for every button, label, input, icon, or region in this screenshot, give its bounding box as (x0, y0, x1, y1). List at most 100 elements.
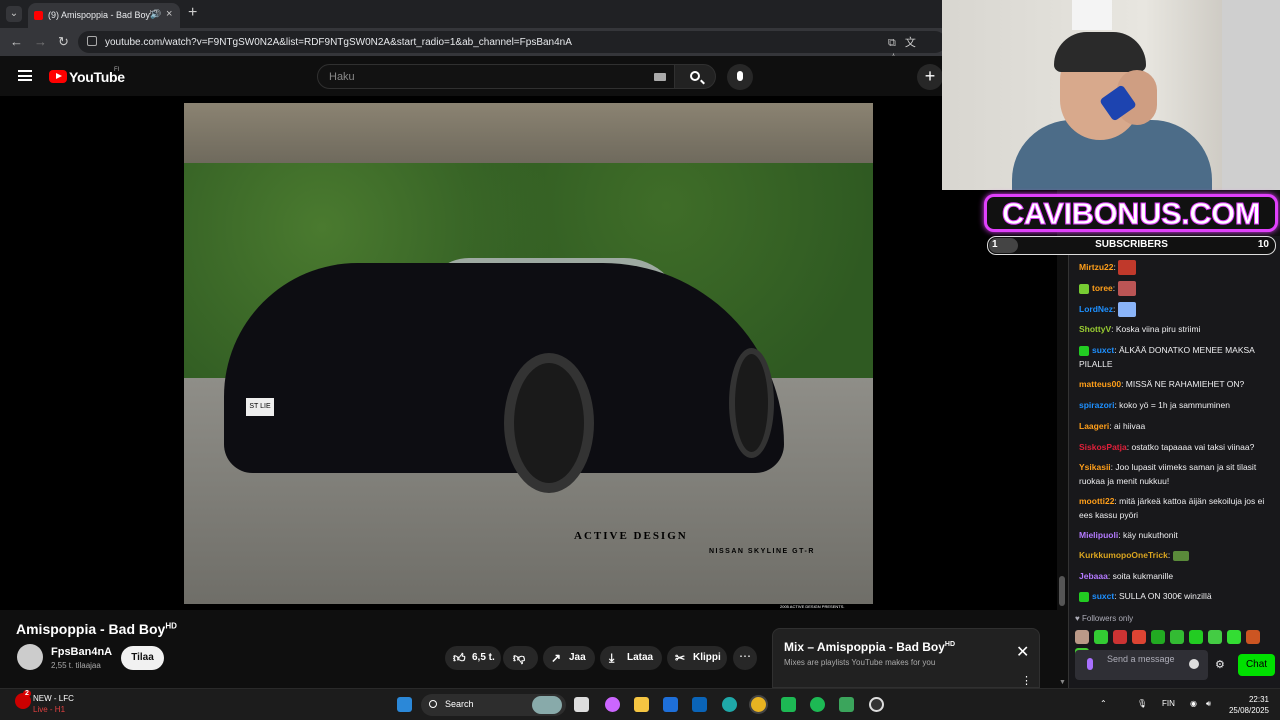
translate-icon[interactable]: 文 (905, 37, 925, 49)
mix-menu-icon[interactable]: ⋮ (1021, 674, 1032, 687)
scrollbar-thumb[interactable] (1059, 576, 1065, 606)
voice-search-button[interactable] (727, 64, 753, 90)
keyboard-icon[interactable] (654, 73, 666, 81)
emote-bar (1075, 628, 1280, 662)
clip-button[interactable]: ✂ Klippi (667, 646, 727, 670)
more-actions-button[interactable]: ⋯ (733, 646, 757, 670)
speaker-icon[interactable]: 🔊 (150, 9, 161, 20)
search-input[interactable]: Haku (317, 64, 675, 89)
system-clock[interactable]: 22:31 25/08/2025 (1227, 694, 1269, 716)
tab-search-button[interactable]: ⌄ (6, 6, 22, 22)
search-placeholder: Haku (329, 71, 355, 83)
chat-settings-icon[interactable]: ⚙ (1215, 658, 1225, 671)
subscribe-button[interactable]: Tilaa (121, 646, 164, 670)
forward-icon[interactable]: → (34, 34, 47, 49)
obs-icon[interactable] (869, 697, 884, 712)
chat-user[interactable]: toree (1092, 283, 1113, 293)
site-info-icon[interactable] (87, 36, 97, 46)
reload-icon[interactable]: ↻ (58, 34, 69, 50)
emote-icon[interactable] (1189, 629, 1203, 644)
chat-message: Mirtzu22: (1079, 260, 1274, 275)
chat-user[interactable]: spirazori (1079, 400, 1114, 410)
chat-user[interactable]: matteus00 (1079, 379, 1121, 389)
new-tab-button[interactable]: + (188, 4, 197, 22)
youtube-logo-icon[interactable] (49, 70, 67, 83)
dislike-button[interactable]: 👎︎ (503, 646, 538, 670)
channel-avatar[interactable] (17, 644, 43, 670)
chat-text: ai hiivaa (1113, 421, 1146, 431)
taskbar-search[interactable]: Search (421, 694, 566, 716)
webcam-window (1222, 0, 1280, 190)
close-tab-icon[interactable]: × (166, 8, 172, 20)
chat-message: spirazori: koko yö = 1h ja sammuminen (1079, 400, 1230, 410)
chat-send-button[interactable]: Chat (1238, 654, 1275, 676)
chat-message: toree: (1079, 281, 1274, 296)
followers-only-text: Followers only (1081, 614, 1134, 623)
tray-overflow-icon[interactable]: ⌃ (1100, 699, 1107, 708)
chat-input[interactable]: Send a message (1075, 650, 1208, 680)
kick-icon[interactable] (781, 697, 796, 712)
scroll-down-icon[interactable]: ▼ (1059, 679, 1066, 686)
chat-message: KurkkumopoOneTrick: (1079, 549, 1274, 563)
copilot-icon[interactable] (605, 697, 620, 712)
search-button[interactable] (674, 64, 716, 89)
channel-name[interactable]: FpsBan4nA (51, 646, 112, 658)
task-view-icon[interactable] (574, 697, 589, 712)
back-icon[interactable]: ← (10, 34, 23, 49)
chat-user[interactable]: LordNez (1079, 304, 1113, 314)
emote-icon[interactable] (1227, 629, 1241, 644)
edge-icon[interactable] (722, 697, 737, 712)
chat-user[interactable]: mootti22 (1079, 496, 1114, 506)
emote-icon[interactable] (1246, 629, 1260, 644)
chat-mic-icon[interactable] (1087, 658, 1093, 670)
video-thumbnail[interactable]: ST LIE ACTIVE DESIGN NISSAN SKYLINE GT-R (184, 103, 873, 604)
store-icon[interactable] (663, 697, 678, 712)
share-button[interactable]: ↗ Jaa (543, 646, 595, 670)
chat-user[interactable]: ShottyV (1079, 324, 1111, 334)
tab-title: (9) Amispoppia - Bad Boy (48, 10, 151, 20)
network-icon[interactable]: ◉ (1190, 699, 1197, 708)
chat-user[interactable]: Mielipuoli (1079, 530, 1118, 540)
language-indicator[interactable]: FIN (1162, 699, 1175, 708)
thumbnail-footer: 2005 ACTIVE DESIGN PRESENTS. (780, 604, 845, 609)
emote-icon[interactable] (1208, 629, 1222, 644)
chrome-icon[interactable] (751, 697, 766, 712)
menu-icon[interactable] (18, 70, 32, 81)
file-explorer-icon[interactable] (634, 697, 649, 712)
create-button[interactable]: + (917, 64, 943, 90)
microphone-tray-icon[interactable]: 🎙︎ (1137, 699, 1147, 708)
outlook-icon[interactable] (692, 697, 707, 712)
chat-user[interactable]: SiskosPatja (1079, 442, 1127, 452)
chat-user[interactable]: suxct (1092, 345, 1114, 355)
news-widget-icon[interactable]: 2 (15, 690, 31, 709)
emote-icon[interactable] (1113, 629, 1127, 644)
microphone-icon (737, 71, 743, 81)
chat-user[interactable]: Ysikasii (1079, 462, 1111, 472)
emote-icon[interactable] (1132, 629, 1146, 644)
chat-user[interactable]: Jebaaa (1079, 571, 1108, 581)
chat-emote (1172, 550, 1189, 561)
like-button[interactable]: 👍︎ 6,5 t. (445, 646, 501, 670)
close-mix-icon[interactable]: ✕ (1016, 642, 1029, 662)
chat-user[interactable]: Laageri (1079, 421, 1109, 431)
emote-icon[interactable] (1151, 629, 1165, 644)
emote-icon[interactable] (1170, 629, 1184, 644)
emote-icon[interactable] (1094, 629, 1108, 644)
news-widget-sub[interactable]: Live - H1 (33, 705, 65, 714)
install-icon[interactable]: ⧉ (888, 37, 905, 49)
download-button[interactable]: ⤓ Lataa (600, 646, 662, 670)
volume-icon[interactable]: 🔊︎ (1206, 699, 1211, 709)
chat-user[interactable]: suxct (1092, 591, 1114, 601)
start-icon[interactable] (397, 697, 412, 712)
chat-badge-icon (1079, 345, 1089, 356)
notepad-icon[interactable] (839, 697, 854, 712)
browser-tab[interactable]: (9) Amispoppia - Bad BoyHD 🔊 × (28, 3, 180, 28)
chat-user[interactable]: KurkkumopoOneTrick (1079, 550, 1168, 560)
emote-icon[interactable] (1075, 629, 1089, 644)
url-field[interactable]: youtube.com/watch?v=F9NTgSW0N2A&list=RDF… (78, 31, 946, 53)
emoji-picker-icon[interactable] (1189, 659, 1199, 669)
chat-user[interactable]: Mirtzu22 (1079, 262, 1113, 272)
spotify-icon[interactable] (810, 697, 825, 712)
mix-title[interactable]: Mix – Amispoppia - Bad BoyHD (784, 640, 955, 654)
news-widget-title[interactable]: NEW - LFC (33, 694, 74, 703)
